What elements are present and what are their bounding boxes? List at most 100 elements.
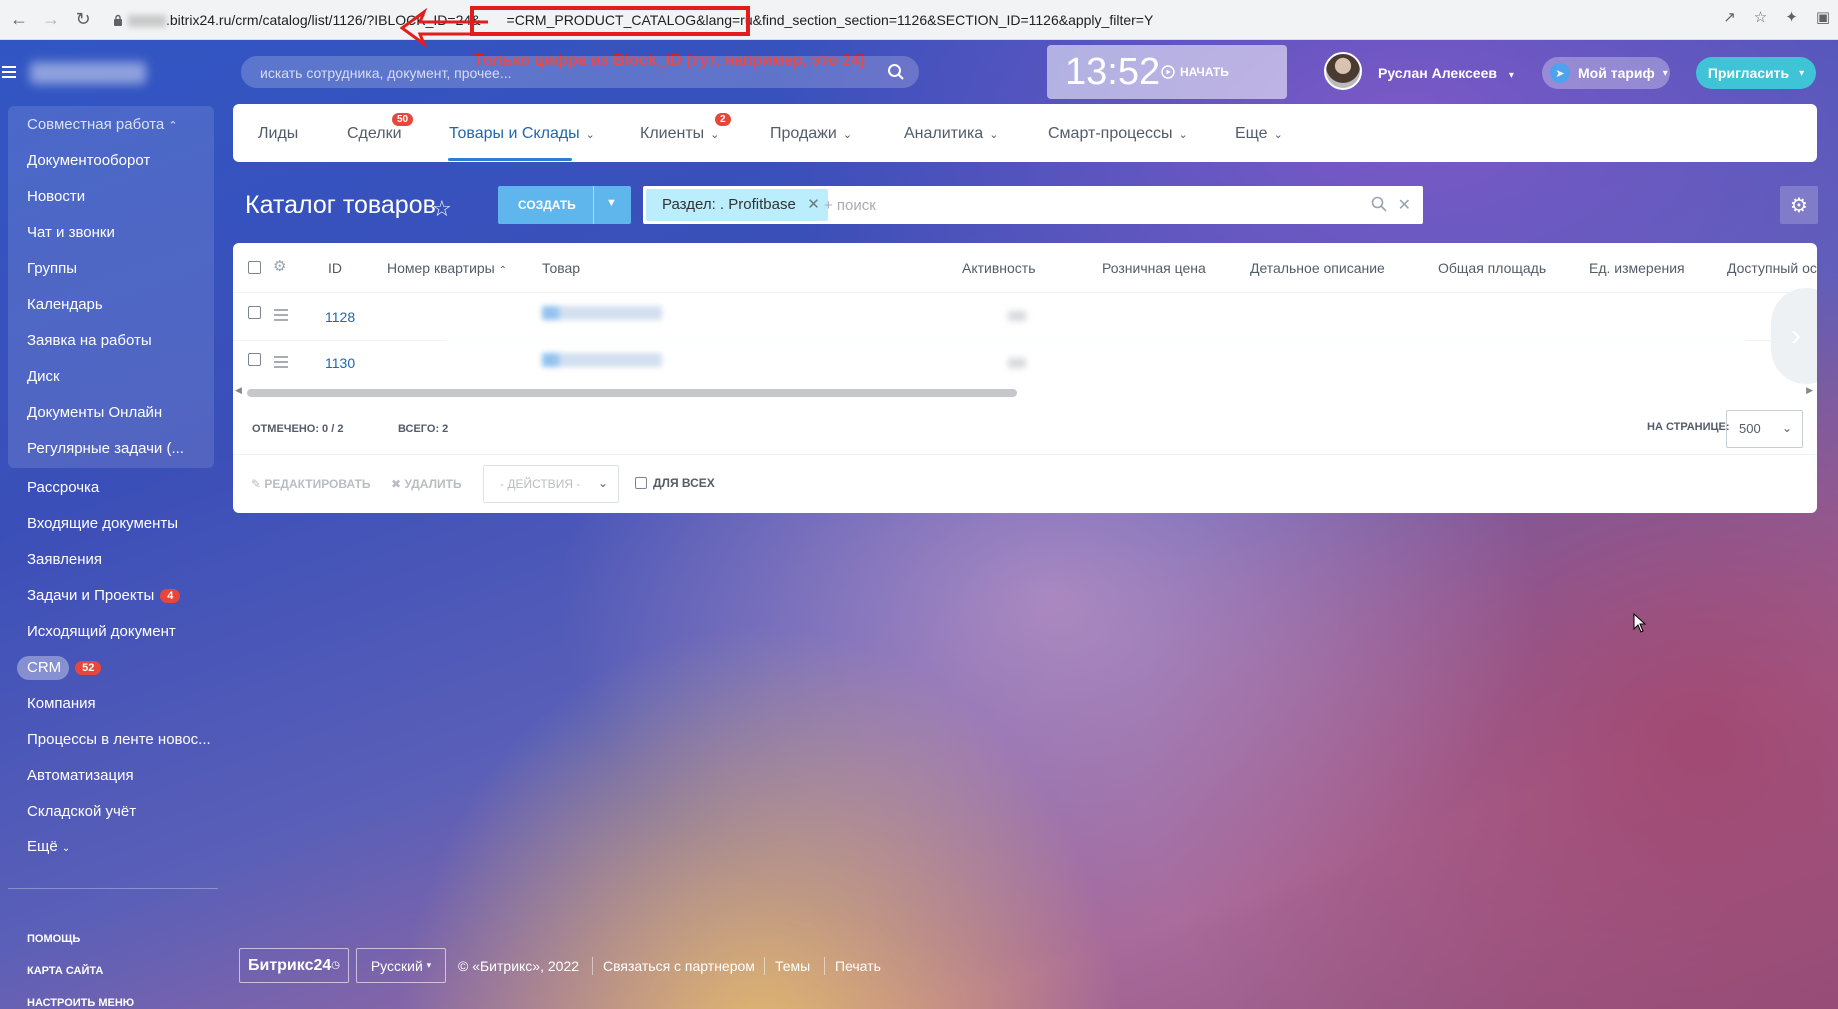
share-icon[interactable]: ↗ <box>1723 8 1736 26</box>
create-dropdown-icon[interactable]: ▼ <box>606 197 617 209</box>
row-checkbox[interactable] <box>248 353 261 366</box>
tab-sales[interactable]: Продажи ⌄ <box>770 125 852 143</box>
for-all-checkbox[interactable]: ДЛЯ ВСЕХ <box>635 476 715 490</box>
create-button[interactable]: СОЗДАТЬ ▼ <box>498 186 631 224</box>
help-link[interactable]: ПОМОЩЬ <box>27 933 80 945</box>
window-icon[interactable]: ▣ <box>1816 8 1830 26</box>
clock-time: 13:52 <box>1065 51 1161 93</box>
configure-menu-link[interactable]: НАСТРОИТЬ МЕНЮ <box>27 997 134 1009</box>
sidebar-item-news[interactable]: Новости <box>27 188 85 205</box>
sidebar-item-installment[interactable]: Рассрочка <box>27 479 99 496</box>
gear-icon[interactable]: ⚙ <box>1780 186 1818 224</box>
sidebar-item-regular-tasks[interactable]: Регулярные задачи (... <box>27 440 184 457</box>
column-header-product[interactable]: Товар <box>542 260 580 276</box>
tab-deals[interactable]: Сделки <box>347 125 402 143</box>
select-all-checkbox[interactable] <box>248 261 261 274</box>
row-id-link[interactable]: 1130 <box>325 355 355 371</box>
blurred-cells-overlay <box>445 293 1745 388</box>
hamburger-menu-icon[interactable] <box>0 63 18 81</box>
avatar[interactable] <box>1324 52 1362 90</box>
sidebar-item-processes[interactable]: Процессы в ленте новос... <box>27 731 211 748</box>
close-icon[interactable]: ✕ <box>807 189 820 221</box>
invite-button[interactable]: Пригласить ▾ <box>1696 57 1816 89</box>
row-checkbox[interactable] <box>248 306 261 319</box>
sidebar-item-incoming-docs[interactable]: Входящие документы <box>27 515 178 532</box>
column-header-total-area[interactable]: Общая площадь <box>1438 260 1546 276</box>
forward-icon[interactable]: → <box>38 7 64 33</box>
tab-analytics[interactable]: Аналитика ⌄ <box>904 125 998 143</box>
sidebar-item-work-request[interactable]: Заявка на работы <box>27 332 152 349</box>
contact-partner-link[interactable]: Связаться с партнером <box>603 958 755 974</box>
sidebar-item-docflow[interactable]: Документооборот <box>27 152 150 169</box>
column-header-id[interactable]: ID <box>328 260 342 276</box>
column-header-retail-price[interactable]: Розничная цена <box>1102 260 1206 276</box>
scroll-right-arrow-icon[interactable]: ▶ <box>1806 385 1813 396</box>
star-icon[interactable]: ☆ <box>432 196 452 222</box>
column-header-available[interactable]: Доступный ос <box>1727 260 1817 276</box>
search-icon[interactable] <box>887 63 905 81</box>
column-header-activity[interactable]: Активность <box>962 260 1036 276</box>
tab-products-label: Товары и Склады <box>449 125 580 142</box>
footer-logo-text: Битрикс24 <box>247 956 332 974</box>
sidebar-item-applications[interactable]: Заявления <box>27 551 102 568</box>
column-settings-gear-icon[interactable]: ⚙ <box>273 257 286 275</box>
extensions-icon[interactable]: ✦ <box>1785 8 1798 26</box>
sidebar-item-crm[interactable]: CRM 52 <box>27 659 102 676</box>
sidebar-item-docs-online[interactable]: Документы Онлайн <box>27 404 162 421</box>
tab-clients[interactable]: Клиенты ⌄ <box>640 125 719 143</box>
actions-select[interactable]: - ДЕЙСТВИЯ - ⌄ <box>483 465 619 503</box>
drag-handle-icon[interactable] <box>274 356 288 371</box>
bookmark-star-icon[interactable]: ☆ <box>1754 8 1767 26</box>
tab-smart-processes[interactable]: Смарт-процессы ⌄ <box>1048 125 1188 143</box>
sidebar-item-outgoing-doc[interactable]: Исходящий документ <box>27 623 176 640</box>
print-link[interactable]: Печать <box>835 958 881 974</box>
search-icon[interactable] <box>1371 196 1387 212</box>
bitrix24-logo-button[interactable]: Битрикс24 ◷ <box>239 948 349 983</box>
tab-more[interactable]: Еще ⌄ <box>1235 125 1283 143</box>
back-icon[interactable]: ← <box>6 7 32 33</box>
delete-button[interactable]: ✖ УДАЛИТЬ <box>391 477 462 491</box>
language-select[interactable]: Русский ▾ <box>356 948 446 983</box>
clear-filter-icon[interactable]: ✕ <box>1398 195 1411 215</box>
reload-icon[interactable]: ↻ <box>70 7 96 33</box>
sidebar-item-warehouse[interactable]: Складской учёт <box>27 803 136 820</box>
row-id-link[interactable]: 1128 <box>325 309 355 325</box>
filter-chip-section[interactable]: Раздел: . Profitbase ✕ <box>646 189 828 221</box>
sidebar-group-title[interactable]: Совместная работа ⌃ <box>27 116 178 133</box>
play-icon <box>1161 65 1175 79</box>
sidebar-item-calendar[interactable]: Календарь <box>27 296 103 313</box>
column-header-detailed-description[interactable]: Детальное описание <box>1250 260 1385 276</box>
portal-logo[interactable] <box>30 62 146 84</box>
sidebar-item-disk[interactable]: Диск <box>27 368 60 385</box>
selected-count: ОТМЕЧЕНО: 0 / 2 <box>252 423 344 435</box>
tariff-button[interactable]: ➤ Мой тариф ▾ <box>1542 57 1670 89</box>
sidebar-item-more[interactable]: Ещё ⌄ <box>27 838 70 855</box>
per-page-select[interactable]: 500 ⌄ <box>1726 410 1803 448</box>
language-label: Русский <box>370 957 423 974</box>
filter-search-box[interactable]: Раздел: . Profitbase ✕ + поиск ✕ <box>643 186 1423 224</box>
edit-button[interactable]: ✎ РЕДАКТИРОВАТЬ <box>251 477 370 491</box>
column-header-unit[interactable]: Ед. измерения <box>1589 260 1685 276</box>
column-header-apartment-number[interactable]: Номер квартиры ⌃ <box>387 260 507 276</box>
themes-link[interactable]: Темы <box>775 958 810 974</box>
start-workday-button[interactable]: НАЧАТЬ <box>1161 65 1229 79</box>
sidebar-item-automation[interactable]: Автоматизация <box>27 767 134 784</box>
search-input[interactable]: искать сотрудника, документ, прочее... <box>241 56 919 88</box>
for-all-check-box[interactable] <box>635 477 647 489</box>
drag-handle-icon[interactable] <box>274 309 288 324</box>
sidebar-item-company[interactable]: Компания <box>27 695 96 712</box>
scroll-left-arrow-icon[interactable]: ◀ <box>235 385 242 396</box>
work-day-clock[interactable]: 13:52 НАЧАТЬ <box>1047 45 1287 99</box>
scroll-right-icon[interactable]: › <box>1771 288 1817 384</box>
user-menu[interactable]: Руслан Алексеев ▾ <box>1378 65 1514 81</box>
scrollbar-thumb[interactable] <box>247 389 1017 397</box>
sidebar-item-chat[interactable]: Чат и звонки <box>27 224 115 241</box>
tab-leads[interactable]: Лиды <box>258 125 298 143</box>
catalog-grid: ⚙ ID Номер квартиры ⌃ Товар Активность Р… <box>233 243 1817 513</box>
horizontal-scrollbar[interactable]: ◀ ▶ <box>235 385 1813 397</box>
sidebar-item-tasks[interactable]: Задачи и Проекты 4 <box>27 587 181 604</box>
sitemap-link[interactable]: КАРТА САЙТА <box>27 965 103 977</box>
tab-smart-label: Смарт-процессы <box>1048 125 1173 142</box>
sidebar-item-groups[interactable]: Группы <box>27 260 77 277</box>
tab-products-warehouses[interactable]: Товары и Склады ⌄ <box>449 125 595 143</box>
